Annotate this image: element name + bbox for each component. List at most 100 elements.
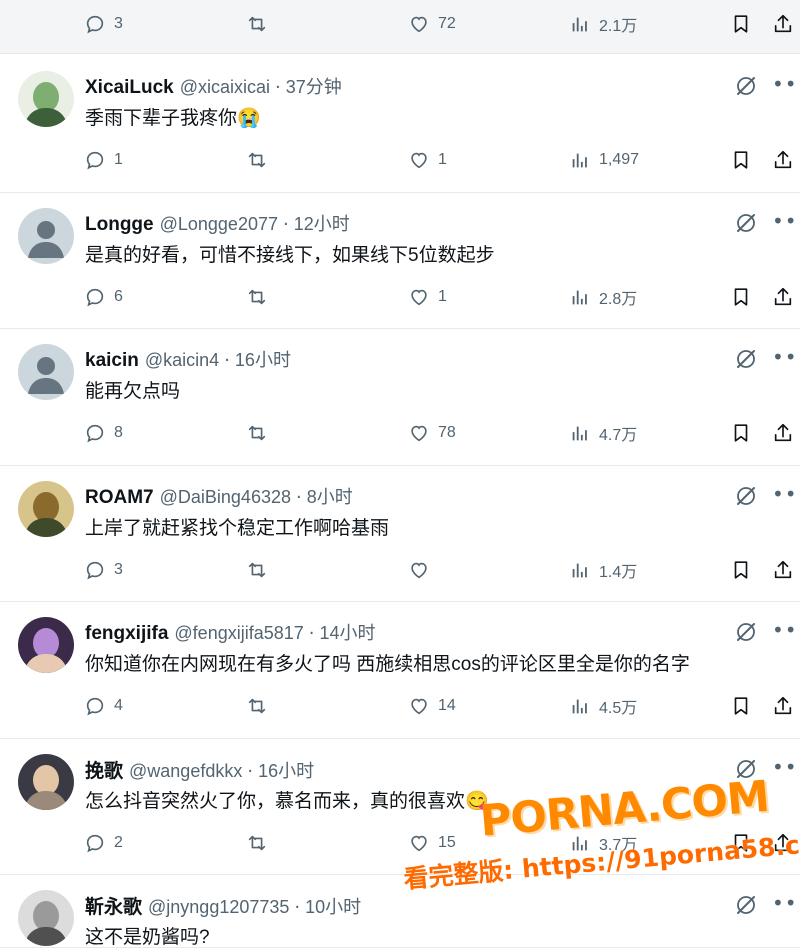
reply-text: 你知道你在内网现在有多火了吗 西施续相思cos的评论区里全是你的名字	[85, 654, 690, 675]
more-icon[interactable]: •••	[772, 482, 800, 506]
reply-header: fengxijifa @fengxijifa5817 · 14小时	[85, 619, 376, 645]
user-handle[interactable]: @Longge2077	[160, 214, 278, 235]
reply-item[interactable]: ROAM7 @DaiBing46328·8小时 ••• 上岸了就赶紧找个稳定工作啊哈基…	[0, 466, 800, 602]
grok-icon[interactable]	[734, 893, 758, 917]
reply-button[interactable]: 3	[84, 9, 123, 39]
reply-button[interactable]: 6	[84, 282, 123, 312]
grok-icon[interactable]	[734, 211, 758, 235]
share-button[interactable]	[772, 145, 794, 175]
views-button[interactable]: 2.1万	[569, 9, 637, 39]
grok-icon[interactable]	[734, 347, 758, 371]
reply-text: 这不是奶酱吗?	[85, 927, 210, 948]
reply-item[interactable]: Longge @Longge2077·12小时 ••• 是真的好看，可惜不接线下，如果…	[0, 193, 800, 329]
reply-button[interactable]: 1	[84, 145, 123, 175]
heart-icon	[411, 152, 427, 169]
display-name[interactable]: XicaiLuck	[85, 77, 174, 99]
like-button[interactable]: 1	[408, 282, 447, 312]
comment-icon	[86, 15, 104, 34]
share-button[interactable]	[772, 282, 794, 312]
reply-item[interactable]: XicaiLuck@xicaixicai·37分钟•••季雨下辈子我疼你😭111…	[0, 56, 800, 193]
more-icon[interactable]: •••	[772, 72, 800, 96]
user-handle[interactable]: @kaicin4	[145, 350, 219, 371]
timestamp[interactable]: 37分钟	[286, 73, 342, 99]
heart-icon	[411, 835, 427, 851]
views-button[interactable]: 2.8万	[569, 282, 637, 312]
retweet-icon	[248, 16, 266, 32]
like-button[interactable]: 78	[408, 418, 456, 448]
bookmark-button[interactable]	[730, 691, 752, 721]
user-handle[interactable]: @xicaixicai	[180, 77, 270, 98]
display-name[interactable]: 靳永歌	[85, 892, 142, 919]
views-icon	[572, 290, 587, 304]
bookmark-button[interactable]	[730, 555, 752, 585]
more-icon[interactable]: •••	[772, 891, 800, 915]
like-count: 72	[438, 15, 456, 32]
avatar[interactable]	[18, 207, 74, 264]
avatar[interactable]	[18, 71, 74, 127]
bookmark-button[interactable]	[730, 282, 752, 312]
avatar[interactable]	[18, 617, 74, 673]
views-button[interactable]: 1.4万	[569, 555, 637, 585]
timestamp[interactable]: 12小时	[294, 210, 350, 236]
display-name[interactable]: fengxijifa	[85, 623, 168, 645]
like-button[interactable]: 1	[408, 145, 447, 175]
share-button[interactable]	[772, 9, 794, 39]
more-icon[interactable]: •••	[772, 209, 800, 233]
timestamp[interactable]: 10小时	[305, 893, 361, 919]
more-icon[interactable]: •••	[772, 618, 800, 642]
reply-button[interactable]: 3	[84, 555, 123, 585]
share-button[interactable]	[772, 418, 794, 448]
timestamp[interactable]: 16小时	[235, 346, 291, 372]
reply-item[interactable]: kaicin @kaicin4·16小时 ••• 能再欠点吗 8 78 4.7万	[0, 329, 800, 466]
share-button[interactable]	[772, 555, 794, 585]
reply-text: 是真的好看，可惜不接线下，如果线下5位数起步	[85, 244, 495, 266]
user-handle[interactable]: @wangefdkkx	[129, 761, 242, 782]
grok-icon[interactable]	[734, 484, 758, 508]
retweet-button[interactable]	[246, 555, 268, 585]
reply-button[interactable]: 2	[84, 828, 123, 858]
user-handle[interactable]: @DaiBing46328	[160, 487, 291, 508]
reply-text: 能再欠点吗	[85, 381, 181, 402]
bookmark-button[interactable]	[730, 145, 752, 175]
avatar[interactable]	[18, 344, 74, 400]
views-button[interactable]: 4.7万	[569, 418, 637, 448]
retweet-button[interactable]	[246, 691, 268, 721]
avatar[interactable]	[18, 890, 74, 946]
avatar[interactable]	[18, 753, 74, 810]
comment-icon	[86, 151, 104, 170]
reply-button[interactable]: 8	[84, 418, 123, 448]
display-name[interactable]: ROAM7	[85, 487, 154, 509]
grok-icon[interactable]	[734, 74, 758, 98]
display-name[interactable]: 挽歌	[85, 756, 123, 783]
like-button[interactable]: 14	[408, 691, 456, 721]
reply-count: 2	[114, 833, 123, 851]
views-button[interactable]: 4.5万	[569, 691, 637, 721]
retweet-button[interactable]	[246, 9, 268, 39]
user-handle[interactable]: @jnyngg1207735	[148, 897, 289, 918]
user-handle[interactable]: @fengxijifa5817	[174, 623, 303, 644]
timestamp[interactable]: 16小时	[258, 757, 314, 783]
timestamp[interactable]: 8小时	[307, 483, 353, 509]
avatar[interactable]	[18, 480, 74, 537]
like-button[interactable]	[408, 555, 438, 585]
views-button[interactable]: 1,497	[569, 145, 639, 175]
display-name[interactable]: Longge	[85, 214, 154, 236]
bookmark-button[interactable]	[730, 9, 752, 39]
retweet-button[interactable]	[246, 418, 268, 448]
reply-item[interactable]: 靳永歌 @jnyngg1207735·10小时 ••• 这不是奶酱吗?	[0, 875, 800, 948]
bookmark-button[interactable]	[730, 418, 752, 448]
like-button[interactable]: 15	[408, 828, 456, 858]
display-name[interactable]: kaicin	[85, 350, 139, 372]
reply-button[interactable]: 4	[84, 691, 123, 721]
action-bar: 8 78 4.7万	[0, 418, 800, 448]
share-button[interactable]	[772, 691, 794, 721]
retweet-button[interactable]	[246, 828, 268, 858]
more-icon[interactable]: •••	[772, 755, 800, 779]
retweet-button[interactable]	[246, 282, 268, 312]
retweet-button[interactable]	[246, 145, 268, 175]
reply-item[interactable]: fengxijifa @fengxijifa5817·14小时 ••• 你知道你在内网…	[0, 602, 800, 739]
like-button[interactable]: 72	[408, 9, 456, 39]
more-icon[interactable]: •••	[772, 345, 800, 369]
timestamp[interactable]: 14小时	[320, 619, 376, 645]
grok-icon[interactable]	[734, 620, 758, 644]
